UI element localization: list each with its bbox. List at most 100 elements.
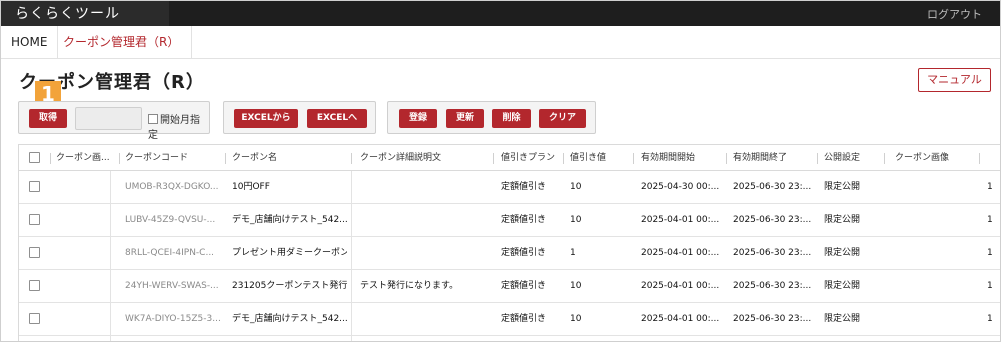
cell-image: [56, 171, 106, 204]
column-separator: [493, 153, 494, 164]
cell-start: 2025-04-30 00:...: [641, 182, 720, 192]
header-coupon-name[interactable]: クーポン名: [232, 145, 342, 171]
header-discount-value[interactable]: 値引き値: [570, 145, 625, 171]
table-row[interactable]: UMOB-R3QX-DGKO... 10円OFF 定額値引き 10 2025-0…: [19, 171, 1000, 204]
cell-value: 10: [570, 314, 582, 324]
column-separator: [50, 153, 51, 164]
cell-name: 10円OFF: [232, 182, 270, 192]
month-checkbox[interactable]: [148, 114, 158, 124]
header-valid-end[interactable]: 有効期間終了: [733, 145, 815, 171]
cell-plan: 定額値引き: [501, 281, 547, 291]
header-coupon-image[interactable]: クーポン画...: [56, 145, 114, 171]
cell-name: デモ_店舗向けテスト_542...: [232, 215, 347, 225]
cell-code: UMOB-R3QX-DGKO...: [125, 182, 219, 192]
table-header: クーポン画... クーポンコード クーポン名 クーポン詳細説明文 値引きプラン …: [19, 145, 1000, 171]
cell-name: デモ_店舗向けテスト_542...: [232, 314, 347, 324]
cell-image: [56, 303, 106, 336]
cell-tail: 1: [987, 182, 993, 192]
header-visibility[interactable]: 公開設定: [824, 145, 876, 171]
cell-code: LUBV-45Z9-QVSU-...: [125, 215, 216, 225]
cell-visibility: 限定公開: [824, 215, 861, 225]
cell-description: [360, 303, 490, 336]
cell-image-2: [895, 303, 965, 336]
table-row[interactable]: 8RLL-QCEI-4IPN-C... プレゼント用ダミークーポン 定額値引き …: [19, 237, 1000, 270]
delete-button[interactable]: 削除: [492, 109, 531, 128]
register-button[interactable]: 登録: [399, 109, 437, 128]
update-button[interactable]: 更新: [446, 109, 484, 128]
excel-import-button[interactable]: EXCELから: [234, 109, 298, 128]
month-input[interactable]: [75, 107, 142, 130]
cell-description: テスト発行になります。: [360, 281, 459, 291]
cell-description: [360, 171, 490, 204]
cell-code: WK7A-DIYO-15Z5-3...: [125, 314, 221, 324]
row-checkbox[interactable]: [29, 280, 40, 291]
breadcrumb-current[interactable]: クーポン管理君（R）: [53, 26, 193, 59]
cell-value: 10: [570, 182, 582, 192]
excel-group: EXCELから EXCELへ: [223, 101, 376, 134]
column-separator: [225, 153, 226, 164]
select-all-checkbox[interactable]: [29, 152, 40, 163]
cell-image-2: [895, 171, 965, 204]
cell-image: [56, 237, 106, 270]
get-button[interactable]: 取得: [29, 109, 67, 128]
table-row[interactable]: 24YH-WERV-SWAS-... 231205クーポンテスト発行 テスト発行…: [19, 270, 1000, 303]
cell-image: [56, 204, 106, 237]
cell-visibility: 限定公開: [824, 281, 861, 291]
column-separator: [817, 153, 818, 164]
column-separator: [563, 153, 564, 164]
breadcrumb: HOME クーポン管理君（R）: [1, 26, 1000, 59]
top-bar: らくらくツール ログアウト: [1, 1, 1000, 26]
column-separator: [119, 153, 120, 164]
cell-value: 10: [570, 215, 582, 225]
header-coupon-image-2[interactable]: クーポン画像: [895, 145, 965, 171]
top-bar-panel: [169, 1, 1000, 26]
column-separator: [633, 153, 634, 164]
manual-button[interactable]: マニュアル: [918, 68, 991, 92]
app-name: らくらくツール: [15, 6, 120, 22]
fetch-group: 取得 開始月指定: [18, 101, 210, 141]
cell-name: 231205クーポンテスト発行: [232, 281, 347, 291]
cell-visibility: 限定公開: [824, 314, 861, 324]
app-window: らくらくツール ログアウト HOME クーポン管理君（R） クーポン管理君（R）…: [0, 0, 1001, 342]
cell-plan: 定額値引き: [501, 248, 547, 258]
table-row[interactable]: WK7A-DIYO-15Z5-3... デモ_店舗向けテスト_542... 定額…: [19, 303, 1000, 336]
cell-code: 8RLL-QCEI-4IPN-C...: [125, 248, 215, 258]
cell-end: 2025-06-30 23:...: [733, 281, 812, 291]
header-discount-plan[interactable]: 値引きプラン: [501, 145, 561, 171]
cell-end: 2025-06-30 23:...: [733, 314, 812, 324]
breadcrumb-home[interactable]: HOME: [1, 26, 59, 59]
header-coupon-code[interactable]: クーポンコード: [125, 145, 221, 171]
cell-start: 2025-04-01 00:...: [641, 215, 720, 225]
row-checkbox[interactable]: [29, 313, 40, 324]
cell-value: 1: [570, 248, 576, 258]
edit-group: 登録 更新 削除 クリア: [387, 101, 596, 134]
cell-image-2: [895, 270, 965, 303]
cell-tail: 1: [987, 281, 993, 291]
cell-tail: 1: [987, 215, 993, 225]
cell-end: 2025-06-30 23:...: [733, 248, 812, 258]
column-separator: [979, 153, 980, 164]
logout-link[interactable]: ログアウト: [927, 6, 982, 22]
coupon-table: クーポン画... クーポンコード クーポン名 クーポン詳細説明文 値引きプラン …: [18, 144, 1000, 341]
cell-plan: 定額値引き: [501, 182, 547, 192]
cell-description: [360, 237, 490, 270]
cell-end: 2025-06-30 23:...: [733, 182, 812, 192]
cell-visibility: 限定公開: [824, 248, 861, 258]
cell-start: 2025-04-01 00:...: [641, 248, 720, 258]
cell-tail: 1: [987, 248, 993, 258]
header-coupon-description[interactable]: クーポン詳細説明文: [360, 145, 490, 171]
column-separator: [726, 153, 727, 164]
excel-export-button[interactable]: EXCELへ: [307, 109, 367, 128]
row-checkbox[interactable]: [29, 247, 40, 258]
cell-plan: 定額値引き: [501, 215, 547, 225]
clear-button[interactable]: クリア: [539, 109, 586, 128]
header-valid-start[interactable]: 有効期間開始: [641, 145, 723, 171]
cell-end: 2025-06-30 23:...: [733, 215, 812, 225]
row-checkbox[interactable]: [29, 181, 40, 192]
column-separator: [884, 153, 885, 164]
row-checkbox[interactable]: [29, 214, 40, 225]
cell-name: プレゼント用ダミークーポン: [232, 248, 347, 258]
cell-start: 2025-04-01 00:...: [641, 281, 720, 291]
month-checkbox-wrap[interactable]: 開始月指定: [148, 111, 209, 141]
table-row[interactable]: LUBV-45Z9-QVSU-... デモ_店舗向けテスト_542... 定額値…: [19, 204, 1000, 237]
